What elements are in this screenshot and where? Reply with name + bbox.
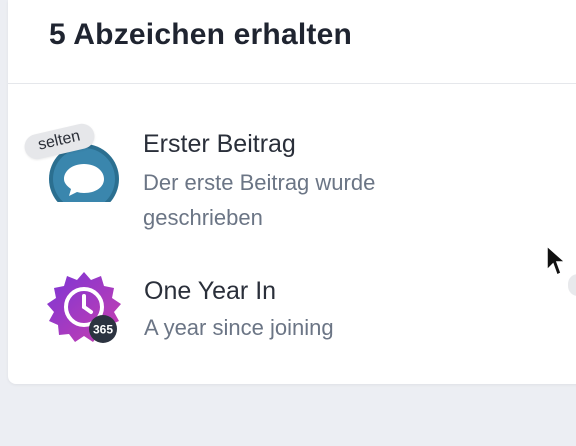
- card-header: 5 Abzeichen erhalten: [8, 0, 576, 84]
- badge-title: One Year In: [144, 277, 277, 305]
- badge-description: A year since joining: [144, 315, 334, 340]
- badges-count-title: 5 Abzeichen erhalten: [49, 18, 352, 51]
- mouse-cursor-icon: [546, 244, 567, 277]
- badge-title: Erster Beitrag: [143, 130, 296, 158]
- badges-card: 5 Abzeichen erhalten selten Erster Beitr…: [8, 0, 576, 384]
- clock-icon: 365: [46, 268, 130, 352]
- badge-number: 365: [93, 323, 113, 337]
- badge-description: Der erste Beitrag wurde geschrieben: [143, 170, 376, 230]
- page: 5 Abzeichen erhalten selten Erster Beitr…: [0, 0, 576, 446]
